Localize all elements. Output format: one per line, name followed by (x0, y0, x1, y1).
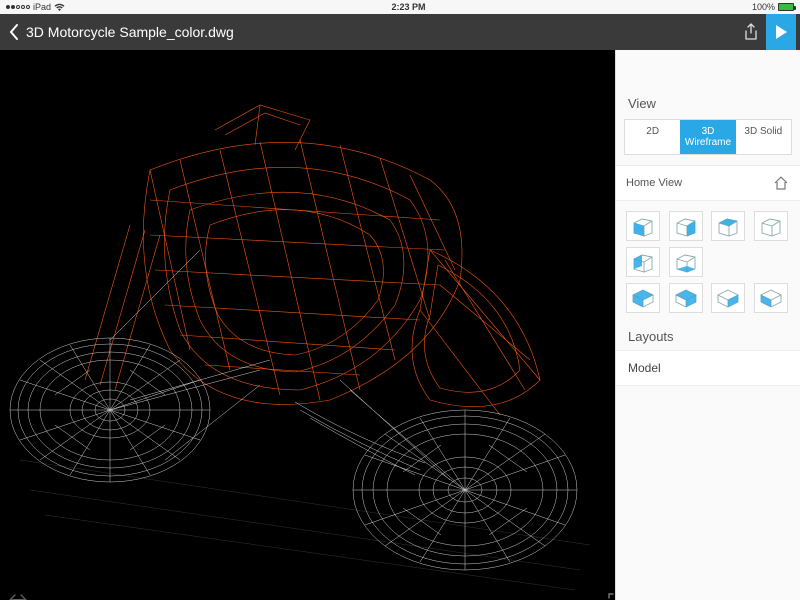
view-cube-right[interactable] (669, 211, 703, 241)
view-panel: View 2D 3D Wireframe 3D Solid Home View (615, 50, 800, 600)
view-iso-nw[interactable] (754, 283, 788, 313)
carrier-label: iPad (33, 2, 51, 12)
play-button[interactable] (766, 14, 796, 50)
battery-icon (778, 3, 794, 11)
view-iso-ne[interactable] (711, 283, 745, 313)
viewport-3d[interactable] (0, 50, 615, 600)
view-cube-front[interactable] (626, 211, 660, 241)
wifi-icon (54, 3, 65, 12)
view-section-title: View (616, 86, 800, 119)
signal-icon (6, 5, 30, 9)
home-icon (772, 174, 790, 192)
layouts-section-title: Layouts (616, 317, 800, 350)
view-cube-bottom[interactable] (669, 247, 703, 277)
back-button[interactable] (2, 14, 26, 50)
layout-item-model[interactable]: Model (616, 350, 800, 386)
file-title: 3D Motorcycle Sample_color.dwg (26, 24, 736, 40)
battery-pct: 100% (752, 2, 775, 12)
home-view-row[interactable]: Home View (616, 165, 800, 201)
view-cube-left[interactable] (626, 247, 660, 277)
ios-status-bar: iPad 2:23 PM 100% (0, 0, 800, 14)
clock: 2:23 PM (65, 2, 752, 12)
home-view-label: Home View (626, 177, 682, 189)
share-button[interactable] (736, 14, 766, 50)
view-iso-grid (616, 281, 800, 317)
app-titlebar: 3D Motorcycle Sample_color.dwg (0, 14, 800, 50)
view-cube-top[interactable] (711, 211, 745, 241)
view-mode-3d-wireframe[interactable]: 3D Wireframe (680, 120, 735, 154)
view-mode-3d-solid[interactable]: 3D Solid (736, 120, 791, 154)
view-cube-back[interactable] (754, 211, 788, 241)
view-iso-se[interactable] (669, 283, 703, 313)
view-cube-grid-faces (616, 201, 800, 281)
view-mode-2d[interactable]: 2D (625, 120, 680, 154)
view-mode-segment: 2D 3D Wireframe 3D Solid (624, 119, 792, 155)
view-iso-sw[interactable] (626, 283, 660, 313)
